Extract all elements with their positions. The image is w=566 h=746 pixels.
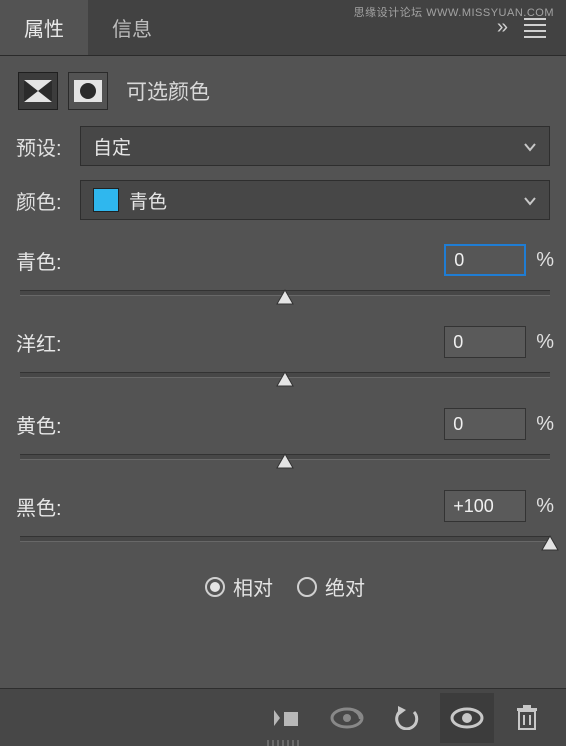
preset-dropdown[interactable]: 自定 [80,126,550,166]
black-slider[interactable] [20,536,550,542]
resize-grip-icon [253,740,313,746]
clip-to-layer-button[interactable] [260,693,314,743]
yellow-input[interactable] [444,408,526,440]
magenta-slider[interactable] [20,372,550,378]
black-input[interactable] [444,490,526,522]
magenta-input[interactable] [444,326,526,358]
visibility-button[interactable] [440,693,494,743]
chevron-down-icon [523,190,537,211]
adjustment-type-icon[interactable] [18,72,58,110]
cyan-input[interactable] [444,244,526,276]
cyan-slider-handle[interactable] [275,288,295,306]
preset-value: 自定 [93,133,131,160]
mask-icon[interactable] [68,72,108,110]
radio-icon [205,577,225,597]
black-slider-handle[interactable] [540,534,560,552]
view-previous-button[interactable] [320,693,374,743]
cyan-unit: % [536,249,554,272]
watermark-text: 思缘设计论坛 WWW.MISSYUAN.COM [354,4,554,20]
yellow-slider-handle[interactable] [275,452,295,470]
reset-button[interactable] [380,693,434,743]
cyan-label: 青色: [16,246,62,275]
cyan-slider[interactable] [20,290,550,296]
yellow-slider[interactable] [20,454,550,460]
absolute-label: 绝对 [325,572,365,601]
chevron-down-icon [523,136,537,157]
magenta-unit: % [536,331,554,354]
preset-label: 预设: [16,132,68,161]
delete-button[interactable] [500,693,554,743]
panel-title: 可选颜色 [126,76,210,106]
yellow-unit: % [536,413,554,436]
black-unit: % [536,495,554,518]
relative-label: 相对 [233,572,273,601]
radio-icon [297,577,317,597]
color-label: 颜色: [16,186,68,215]
tab-info[interactable]: 信息 [88,0,176,55]
bottom-toolbar [0,688,566,746]
method-relative-radio[interactable]: 相对 [205,572,273,601]
color-value: 青色 [129,187,167,214]
color-dropdown[interactable]: 青色 [80,180,550,220]
black-label: 黑色: [16,492,62,521]
tab-properties[interactable]: 属性 [0,0,88,55]
method-absolute-radio[interactable]: 绝对 [297,572,365,601]
magenta-slider-handle[interactable] [275,370,295,388]
color-swatch [93,188,119,212]
magenta-label: 洋红: [16,328,62,357]
yellow-label: 黄色: [16,410,62,439]
